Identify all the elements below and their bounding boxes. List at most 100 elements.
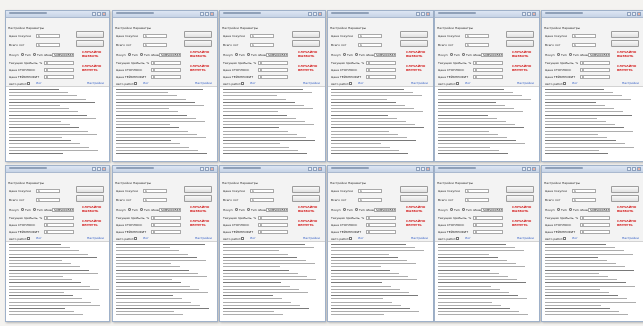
link-settings[interactable]: Настройки (411, 82, 428, 85)
menu-item-params[interactable]: Параметры (348, 26, 366, 30)
refresh-button[interactable] (611, 40, 639, 47)
maximize-icon[interactable] (527, 167, 531, 171)
mode-radio-type[interactable] (557, 53, 560, 56)
minimize-icon[interactable] (416, 167, 420, 171)
mode-radio-exchange[interactable] (569, 53, 572, 56)
auto-checkbox[interactable] (241, 82, 244, 85)
log-output[interactable] (328, 87, 431, 161)
mode-radio-type[interactable] (450, 53, 453, 56)
profit-input[interactable]: 0 (366, 61, 396, 65)
app-window[interactable]: Настройки Параметры Цена покупки 1 Всего лот… (434, 10, 540, 162)
app-window[interactable]: Настройки Параметры Цена покупки 1 Всего лот… (327, 165, 434, 322)
link-settings[interactable]: Настройки (87, 237, 104, 240)
auto-checkbox[interactable] (241, 237, 244, 240)
minimize-icon[interactable] (522, 12, 526, 16)
minimize-icon[interactable] (200, 12, 204, 16)
mode-radio-type[interactable] (450, 208, 453, 211)
title-bar[interactable] (113, 166, 217, 173)
minimize-icon[interactable] (200, 167, 204, 171)
title-bar[interactable] (435, 166, 539, 173)
price-input[interactable]: 1 (358, 189, 382, 193)
auto-checkbox[interactable] (456, 237, 459, 240)
auto-checkbox[interactable] (27, 237, 30, 240)
menu-item-params[interactable]: Параметры (455, 26, 473, 30)
link-settings[interactable]: Настройки (411, 237, 428, 240)
refresh-button[interactable] (184, 195, 212, 202)
mode-radio-type[interactable] (21, 208, 24, 211)
take-input[interactable]: 0 (44, 230, 74, 234)
menu-item-settings[interactable]: Настройки (8, 181, 25, 185)
auto-checkbox[interactable] (563, 237, 566, 240)
title-bar[interactable] (435, 11, 539, 18)
menu-item-settings[interactable]: Настройки (222, 26, 239, 30)
mode-radio-exchange[interactable] (33, 208, 36, 211)
connect-button[interactable] (506, 186, 534, 193)
price-input[interactable]: 1 (572, 189, 596, 193)
menu-item-params[interactable]: Параметры (455, 181, 473, 185)
auto-checkbox[interactable] (27, 82, 30, 85)
app-window[interactable]: Настройки Параметры Цена покупки 1 Всего лот… (434, 165, 540, 322)
close-icon[interactable] (637, 12, 641, 16)
link-settings[interactable]: Настройки (303, 82, 320, 85)
price-input[interactable]: 1 (465, 34, 489, 38)
auto-checkbox[interactable] (349, 237, 352, 240)
link-settings[interactable]: Настройки (195, 82, 212, 85)
minimize-icon[interactable] (627, 12, 631, 16)
link-settings[interactable]: Настройки (87, 82, 104, 85)
take-input[interactable]: 0 (473, 75, 503, 79)
log-output[interactable] (542, 87, 643, 161)
menu-item-params[interactable]: Параметры (26, 26, 44, 30)
count-input[interactable]: 1 (143, 43, 167, 47)
title-bar[interactable] (542, 11, 643, 18)
auto-checkbox[interactable] (563, 82, 566, 85)
title-bar[interactable] (328, 11, 433, 18)
log-output[interactable] (435, 87, 538, 161)
title-bar[interactable] (542, 166, 643, 173)
connect-button[interactable] (506, 31, 534, 38)
maximize-icon[interactable] (313, 12, 317, 16)
stop-input[interactable]: 0 (151, 223, 181, 227)
profit-input[interactable]: 0 (473, 61, 503, 65)
title-bar[interactable] (328, 166, 433, 173)
price-input[interactable]: 1 (358, 34, 382, 38)
count-input[interactable]: 1 (358, 43, 382, 47)
app-window[interactable]: Настройки Параметры Цена покупки 1 Всего лот… (112, 165, 218, 322)
take-input[interactable]: 0 (44, 75, 74, 79)
stop-input[interactable]: 0 (44, 68, 74, 72)
close-icon[interactable] (637, 167, 641, 171)
maximize-icon[interactable] (97, 12, 101, 16)
menu-item-params[interactable]: Параметры (562, 26, 580, 30)
refresh-button[interactable] (400, 195, 428, 202)
log-output[interactable] (6, 87, 109, 161)
profit-input[interactable]: 0 (44, 216, 74, 220)
connect-button[interactable] (184, 31, 212, 38)
account-input[interactable]: SUBS000567 (52, 53, 74, 57)
account-input[interactable]: SUBS000567 (52, 208, 74, 212)
auto-checkbox[interactable] (134, 237, 137, 240)
menu-item-settings[interactable]: Настройки (115, 181, 132, 185)
connect-button[interactable] (76, 31, 104, 38)
account-input[interactable]: SUBS000567 (374, 53, 396, 57)
link-log[interactable]: Лог (465, 82, 471, 85)
app-window[interactable]: Настройки Параметры Цена покупки 1 Всего лот… (541, 10, 643, 162)
minimize-icon[interactable] (92, 167, 96, 171)
mode-radio-type[interactable] (21, 53, 24, 56)
maximize-icon[interactable] (527, 12, 531, 16)
refresh-button[interactable] (76, 195, 104, 202)
connect-button[interactable] (292, 186, 320, 193)
app-window[interactable]: Настройки Параметры Цена покупки 1 Всего лот… (327, 10, 434, 162)
connect-button[interactable] (292, 31, 320, 38)
app-window[interactable]: Настройки Параметры Цена покупки 1 Всего лот… (5, 10, 110, 162)
mode-radio-type[interactable] (128, 53, 131, 56)
link-settings[interactable]: Настройки (517, 237, 534, 240)
menu-item-settings[interactable]: Настройки (437, 26, 454, 30)
app-window[interactable]: Настройки Параметры Цена покупки 1 Всего лот… (219, 10, 326, 162)
connect-button[interactable] (76, 186, 104, 193)
take-input[interactable]: 0 (366, 75, 396, 79)
account-input[interactable]: SUBS000567 (374, 208, 396, 212)
count-input[interactable]: 1 (36, 43, 60, 47)
price-input[interactable]: 1 (143, 34, 167, 38)
profit-input[interactable]: 0 (366, 216, 396, 220)
menu-item-settings[interactable]: Настройки (544, 181, 561, 185)
take-input[interactable]: 0 (151, 75, 181, 79)
